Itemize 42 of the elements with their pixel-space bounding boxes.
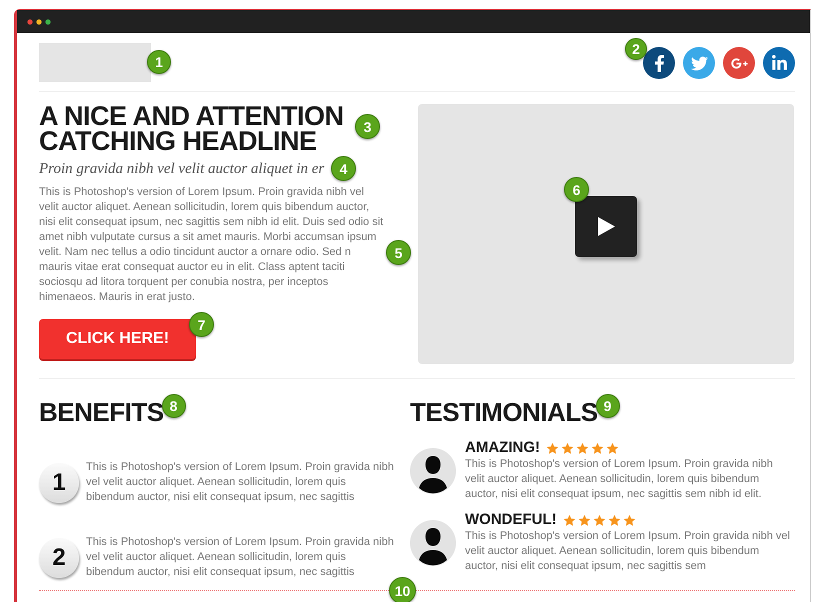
subheadline: Proin gravida nibh vel velit auctor aliquet in er bbox=[39, 160, 324, 179]
number-badge: 4 bbox=[331, 156, 356, 181]
number-badge: 6 bbox=[564, 177, 589, 202]
bird-icon bbox=[690, 54, 708, 72]
star-icon bbox=[606, 442, 619, 454]
testimonial-text: This is Photoshop's version of Lorem Ipsum. Proin gravida nibh velit auctor aliquet. Aenean sollicitudin, lorem quis bibendum auctor, nisi elit consequat ipsum, nec sagittis sem nibh id elit. bbox=[465, 457, 774, 502]
section-heading: TESTIMONIALS bbox=[410, 397, 598, 427]
number-badge: 9 bbox=[596, 394, 620, 418]
star-icon bbox=[592, 514, 606, 526]
star-icon bbox=[622, 514, 636, 526]
star-icon bbox=[546, 442, 559, 454]
testimonial-text: This is Photoshop's version of Lorem Ipsum. Proin gravida nibh vel velit auctor aliquet. Aenean sollicitudin, lorem quis bibendum auctor, nisi elit consequat ipsum, nec sagittis sem bbox=[465, 529, 791, 574]
star-icon bbox=[578, 514, 591, 526]
social-link[interactable] bbox=[723, 47, 755, 79]
star-icon bbox=[608, 514, 621, 526]
play-icon bbox=[598, 216, 614, 236]
social-link[interactable] bbox=[643, 47, 675, 79]
avatar-icon bbox=[410, 448, 456, 494]
testimonial-title: WONDEFUL! bbox=[465, 511, 557, 529]
star-icon bbox=[562, 514, 576, 526]
number-badge: 2 bbox=[625, 38, 647, 60]
social-link[interactable] bbox=[763, 47, 795, 79]
benefit-text: This is Photoshop's version of Lorem Ipsum. Proin gravida nibh vel velit auctor aliquet. Aenean sollicitudin, lorem quis bibendum auctor, nisi elit consequat ipsum, nec sagittis bbox=[86, 460, 395, 505]
star-icon bbox=[561, 442, 574, 454]
headline: A NICE AND ATTENTION CATCHING HEADLINE bbox=[39, 104, 344, 154]
number-badge: 7 bbox=[189, 312, 214, 337]
benefit-text: This is Photoshop's version of Lorem Ipsum. Proin gravida nibh vel velit auctor aliquet. Aenean sollicitudin, lorem quis bibendum auctor, nisi elit consequat ipsum, nec sagittis bbox=[86, 535, 395, 580]
section-heading: BENEFITS bbox=[39, 397, 164, 427]
body-paragraph: This is Photoshop's version of Lorem Ipsum. Proin gravida nibh vel velit auctor aliquet. Aenean sollicitudin, lorem quis bibendum auctor, nisi elit consequat ipsum, nec sagittis sem nibh id elit. Duis sed odio sit amet nibh vulputate cursus a sit amet mauris. Morbi accumsan ipsum velit. Nam nec tellus a odio tincidunt auctor a ornare odio. Sed n mauris vitae erat consequat auctor eu in elit. Class aptent taciti sociosqu ad litora torquent per conubia nostra, per inceptos himenaeos. Mauris in erat justo. bbox=[39, 185, 384, 305]
number-badge: 3 bbox=[355, 114, 380, 139]
number-badge: 5 bbox=[386, 240, 411, 265]
number-badge: 10 bbox=[389, 577, 416, 602]
testimonial-title: AMAZING! bbox=[465, 439, 540, 457]
star-icon bbox=[591, 442, 604, 454]
avatar-icon bbox=[410, 520, 456, 566]
play-button[interactable] bbox=[575, 196, 637, 256]
number-badge: 1 bbox=[147, 50, 171, 74]
number-badge: 8 bbox=[162, 394, 186, 418]
window-dots-icon bbox=[27, 18, 51, 24]
star-icon bbox=[576, 442, 589, 454]
click-here-button[interactable]: CLICK HERE! bbox=[39, 319, 196, 359]
in-logo-icon bbox=[770, 54, 788, 72]
